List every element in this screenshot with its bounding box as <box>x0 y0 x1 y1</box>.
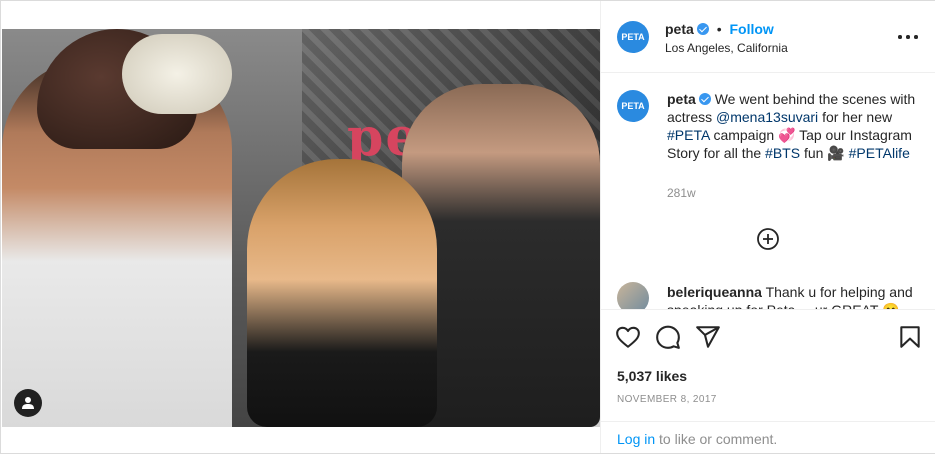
separator-dot: • <box>716 21 722 37</box>
post-header: PETA peta • Follow Los Angeles, Californ… <box>601 1 935 73</box>
heart-icon[interactable] <box>615 324 643 352</box>
person-icon[interactable] <box>14 389 42 417</box>
author-username[interactable]: peta <box>665 21 694 37</box>
bookmark-icon[interactable] <box>897 324 925 352</box>
post-photo[interactable]: peta <box>2 29 600 427</box>
caption-username[interactable]: peta <box>667 91 696 107</box>
instagram-post: peta PETA peta • Follow Los Angeles, Cal… <box>0 0 935 454</box>
action-bar: 5,037 likes NOVEMBER 8, 2017 <box>601 309 935 429</box>
verified-badge-icon <box>696 23 709 35</box>
author-avatar-logo: PETA <box>621 32 645 42</box>
hashtag-link[interactable]: #PETA <box>667 127 710 143</box>
comment-icon[interactable] <box>655 324 683 352</box>
share-icon[interactable] <box>695 324 723 352</box>
post-sidebar: PETA peta • Follow Los Angeles, Californ… <box>600 1 935 453</box>
hashtag-link[interactable]: #PETAlife <box>849 145 910 161</box>
post-date: NOVEMBER 8, 2017 <box>617 394 717 405</box>
likes-count[interactable]: 5,037 likes <box>617 368 687 384</box>
caption-text: for her new <box>822 109 893 125</box>
login-prompt-text: Log in to like or comment. <box>617 431 777 447</box>
author-avatar[interactable]: PETA <box>617 21 649 53</box>
verified-badge-icon <box>698 93 711 105</box>
comments-section[interactable]: PETA peta We went behind the scenes with… <box>601 74 935 309</box>
caption-text: fun 🎥 <box>803 145 845 161</box>
plus-circle-icon[interactable] <box>756 227 780 251</box>
location-link[interactable]: Los Angeles, California <box>665 41 788 55</box>
author-row: peta • Follow <box>665 21 774 37</box>
photo-hair <box>122 34 232 114</box>
more-options-icon[interactable] <box>896 27 920 47</box>
photo-person-center <box>247 159 437 427</box>
caption-avatar[interactable]: PETA <box>617 90 649 122</box>
login-link[interactable]: Log in <box>617 431 655 447</box>
hashtag-link[interactable]: #BTS <box>765 145 800 161</box>
follow-button[interactable]: Follow <box>729 21 773 37</box>
post-time[interactable]: 281w <box>667 186 696 200</box>
commenter-username[interactable]: beleriqueanna <box>667 284 762 300</box>
comment-item: beleriqueanna Thank u for helping and sp… <box>667 283 923 309</box>
commenter-avatar[interactable] <box>617 282 649 309</box>
login-prompt: Log in to like or comment. <box>601 421 935 453</box>
mention-link[interactable]: @mena13suvari <box>716 109 818 125</box>
post-caption: peta We went behind the scenes with actr… <box>667 90 923 162</box>
caption-avatar-logo: PETA <box>621 101 645 111</box>
login-suffix: to like or comment. <box>659 431 778 447</box>
